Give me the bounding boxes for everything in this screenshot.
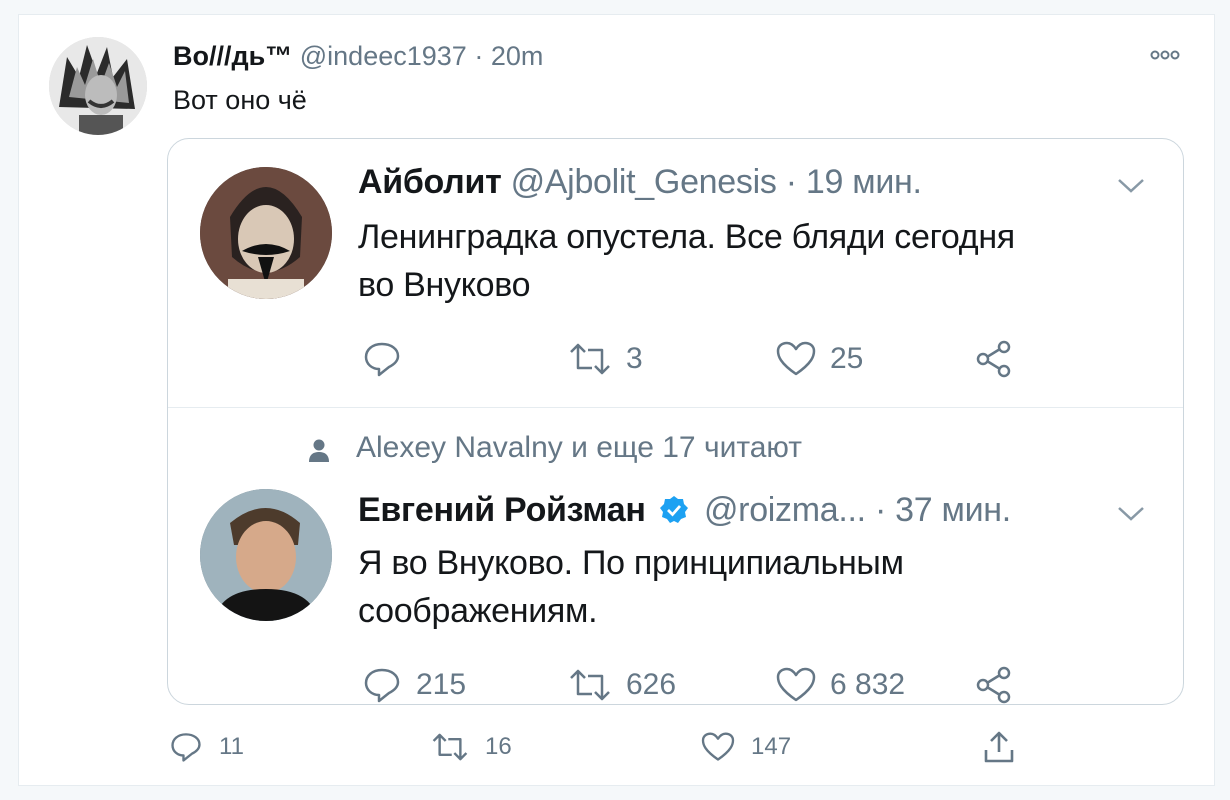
reply-icon: [364, 342, 400, 377]
upload-icon: [984, 731, 1014, 763]
quote1-text-line2: во Внуково: [358, 266, 531, 304]
quote2-header: Евгений Ройзман @roizma... · 37 мин.: [358, 491, 1011, 530]
quote2-like-button[interactable]: 6 832: [776, 665, 906, 704]
quote2-time[interactable]: 37 мин.: [895, 491, 1011, 529]
quote1-name[interactable]: Айболит: [358, 163, 502, 201]
quote2-text: Я во Внуково. По принципиальным соображе…: [358, 539, 1158, 635]
like-count: 147: [751, 733, 792, 760]
retweet-icon: [570, 343, 610, 375]
person-icon: [306, 437, 332, 463]
quote2-name[interactable]: Евгений Ройзман: [358, 491, 646, 529]
quote2-like-count: 6 832: [830, 668, 906, 701]
reply-icon: [171, 733, 201, 762]
quote2-retweet-count: 626: [626, 668, 677, 701]
share-icon: [976, 666, 1011, 704]
like-button[interactable]: 147: [701, 727, 791, 767]
quote2-avatar[interactable]: [200, 489, 332, 621]
quote1-reply-button[interactable]: [362, 339, 416, 379]
like-icon: [776, 667, 816, 702]
social-context[interactable]: Alexey Navalny и еще 17 читают: [356, 431, 802, 465]
quote2-retweet-button[interactable]: 626: [568, 665, 677, 704]
retweet-icon: [570, 669, 610, 701]
tweet-actions: 11 16 147: [169, 727, 1069, 767]
quote-divider: [168, 407, 1183, 408]
chevron-down-icon[interactable]: [1116, 177, 1146, 195]
more-icon[interactable]: [1147, 45, 1183, 65]
reply-icon: [364, 668, 400, 703]
quote1-time-separator: ·: [785, 163, 797, 201]
quote2-reply-count: 215: [416, 668, 467, 701]
quote1-share-button[interactable]: [974, 339, 1014, 379]
tweet-time[interactable]: 20m: [491, 41, 544, 71]
author-name[interactable]: Во///дь™: [173, 41, 292, 71]
quote2-text-line2: соображениям.: [358, 592, 598, 630]
quote2-handle[interactable]: @roizma...: [704, 491, 866, 529]
quote1-text: Ленинградка опустела. Все бляди сегодня …: [358, 213, 1158, 309]
reply-button[interactable]: 11: [169, 727, 244, 767]
quote1-header: Айболит @Ajbolit_Genesis · 19 мин.: [358, 163, 922, 202]
top-separator: [0, 0, 1230, 14]
retweet-button[interactable]: 16: [431, 727, 512, 767]
time-separator: ·: [474, 41, 484, 71]
quote1-retweet-count: 3: [626, 342, 643, 375]
retweet-icon: [432, 733, 468, 761]
author-handle[interactable]: @indeec1937: [300, 41, 467, 71]
quote1-like-button[interactable]: 25: [776, 339, 863, 379]
quote1-avatar[interactable]: [200, 167, 332, 299]
tweet-header: Во///дь™ @indeec1937 · 20m: [173, 41, 543, 72]
quote2-text-line1: Я во Внуково. По принципиальным: [358, 544, 904, 582]
verified-badge-icon: [659, 495, 689, 525]
quote1-retweet-button[interactable]: 3: [568, 339, 643, 379]
quote2-time-separator: ·: [874, 491, 887, 529]
share-button[interactable]: [983, 727, 1015, 767]
quote2-actions: 215 626 6 832: [362, 665, 1022, 704]
like-icon: [776, 341, 816, 376]
tweet-text: Вот оно чё: [173, 85, 307, 115]
author-avatar[interactable]: [49, 37, 147, 135]
quote1-actions: 3 25: [362, 339, 1022, 379]
retweet-count: 16: [485, 733, 512, 760]
quote2-share-button[interactable]: [974, 665, 1014, 704]
chevron-down-icon[interactable]: [1116, 505, 1146, 523]
quote1-text-line1: Ленинградка опустела. Все бляди сегодня: [358, 218, 1015, 256]
quote2-reply-button[interactable]: 215: [362, 665, 467, 704]
quoted-tweets-box[interactable]: Айболит @Ajbolit_Genesis · 19 мин. Ленин…: [167, 138, 1184, 705]
like-icon: [701, 732, 735, 761]
quote1-handle[interactable]: @Ajbolit_Genesis: [511, 163, 777, 201]
share-icon: [976, 340, 1011, 378]
quote1-like-count: 25: [830, 342, 864, 375]
reply-count: 11: [219, 733, 244, 760]
quote1-time[interactable]: 19 мин.: [806, 163, 922, 201]
tweet-card[interactable]: Во///дь™ @indeec1937 · 20m Вот оно чё Ай…: [18, 14, 1215, 786]
